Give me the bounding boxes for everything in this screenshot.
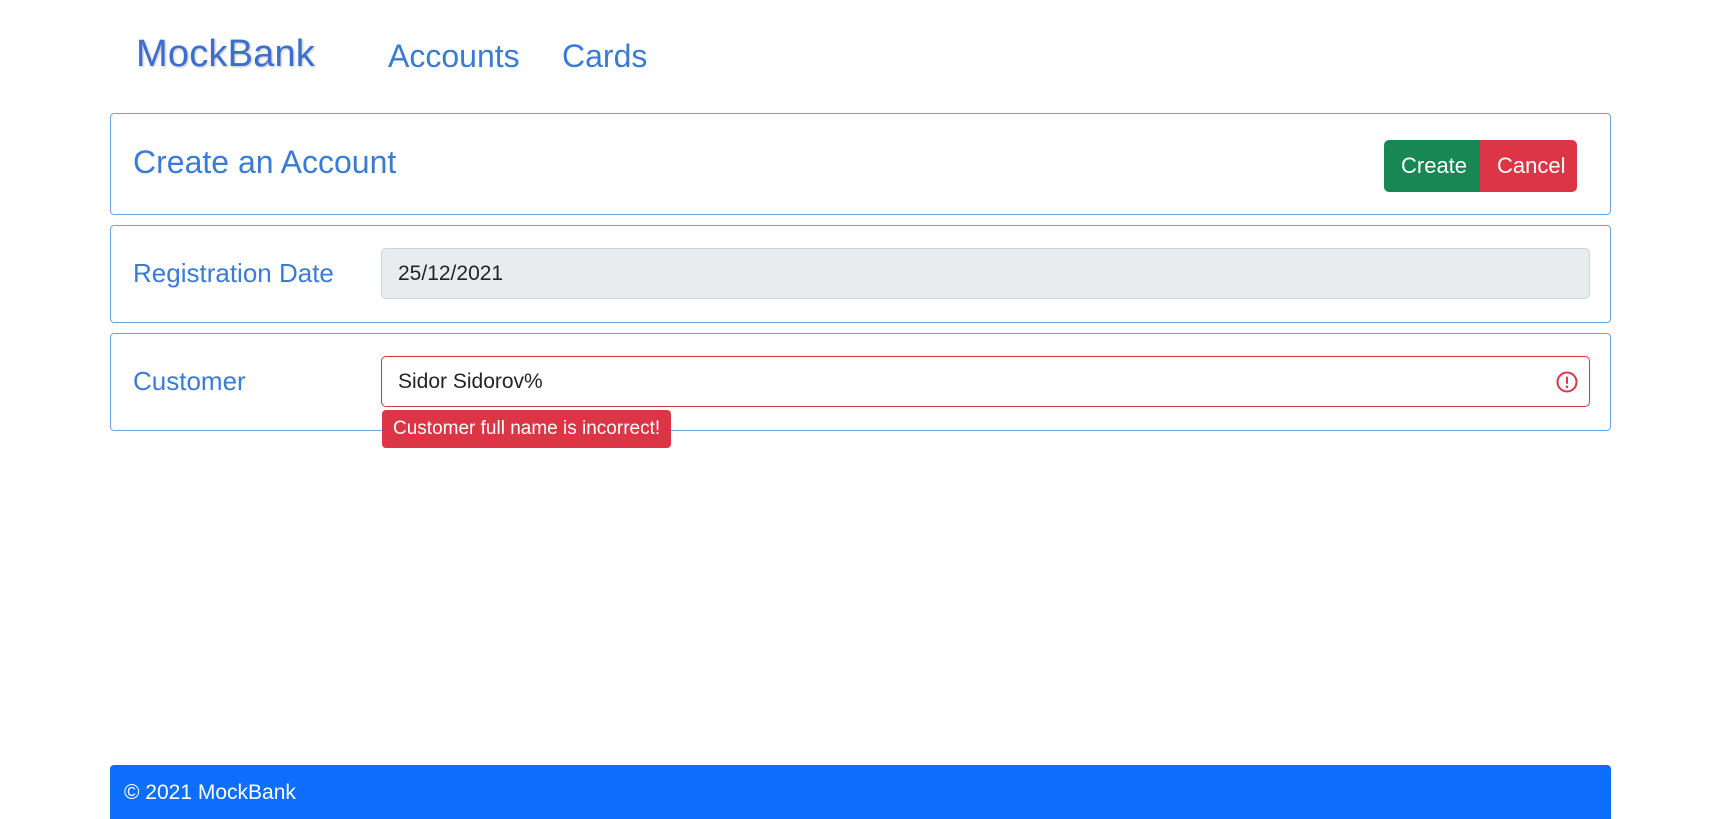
nav-link-accounts[interactable]: Accounts — [388, 38, 520, 75]
top-navbar: MockBank Accounts Cards — [0, 0, 1722, 110]
action-button-group: Create Cancel — [1384, 140, 1577, 192]
footer: © 2021 MockBank — [110, 765, 1611, 819]
customer-label: Customer — [133, 366, 246, 396]
page: MockBank Accounts Cards Create an Accoun… — [0, 0, 1722, 819]
cancel-button[interactable]: Cancel — [1480, 140, 1577, 192]
page-title: Create an Account — [133, 144, 397, 180]
exclamation-circle-icon — [1556, 371, 1578, 393]
brand-link[interactable]: MockBank — [136, 33, 315, 76]
page-header-card: Create an Account Create Cancel — [110, 113, 1611, 215]
customer-field[interactable] — [381, 356, 1590, 407]
create-button[interactable]: Create — [1384, 140, 1480, 192]
registration-date-label: Registration Date — [133, 258, 334, 288]
nav-link-cards[interactable]: Cards — [562, 38, 647, 75]
registration-date-field[interactable] — [381, 248, 1590, 299]
customer-error-tooltip: Customer full name is incorrect! — [382, 410, 672, 448]
customer-card: Customer — [110, 333, 1611, 431]
registration-date-card: Registration Date — [110, 225, 1611, 323]
footer-copyright: © 2021 MockBank — [124, 781, 296, 804]
